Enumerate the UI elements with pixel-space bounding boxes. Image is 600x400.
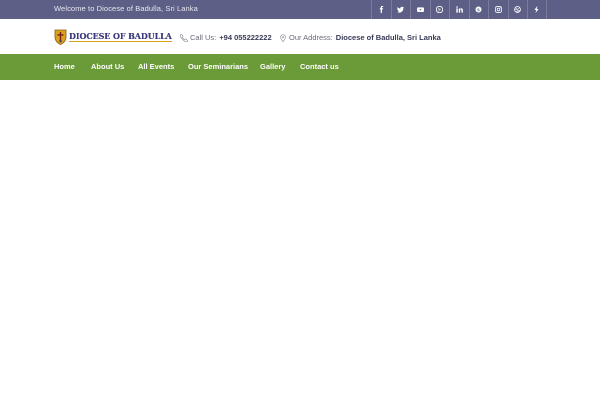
address-value: Diocese of Badulla, Sri Lanka <box>335 33 441 42</box>
phone-icon <box>180 33 188 42</box>
welcome-text: Welcome to Diocese of Badulla, Sri Lanka <box>54 4 198 13</box>
main-content <box>0 80 600 400</box>
youtube-icon[interactable] <box>410 0 430 19</box>
location-pin-icon <box>280 33 286 42</box>
social-links <box>371 0 547 19</box>
nav-item-gallery[interactable]: Gallery <box>260 62 285 71</box>
call-info: Call Us: +94 055222222 <box>180 33 272 42</box>
instagram-icon[interactable] <box>488 0 508 19</box>
skype-icon[interactable] <box>468 0 489 19</box>
nav-item-contact-us[interactable]: Contact us <box>300 62 339 71</box>
call-value[interactable]: +94 055222222 <box>219 33 271 42</box>
nav-item-all-events[interactable]: All Events <box>138 62 174 71</box>
facebook-icon[interactable] <box>371 0 391 19</box>
logo-text: DIOCESE OF BADULLA <box>69 31 172 42</box>
flash-icon[interactable] <box>527 0 547 19</box>
nav-item-home[interactable]: Home <box>54 62 75 71</box>
main-nav: Home About Us All Events Our Seminarians… <box>0 54 600 80</box>
address-label: Our Address: <box>289 33 333 42</box>
site-header: DIOCESE OF BADULLA Call Us: +94 05522222… <box>0 19 600 54</box>
twitter-icon[interactable] <box>390 0 411 19</box>
call-label: Call Us: <box>190 33 217 42</box>
diocese-crest-icon <box>54 29 67 45</box>
address-info: Our Address: Diocese of Badulla, Sri Lan… <box>279 33 441 42</box>
pinterest-icon[interactable] <box>429 0 450 19</box>
nav-item-our-seminarians[interactable]: Our Seminarians <box>188 62 248 71</box>
nav-item-about-us[interactable]: About Us <box>91 62 124 71</box>
linkedin-icon[interactable] <box>449 0 469 19</box>
dribbble-icon[interactable] <box>507 0 528 19</box>
top-bar: Welcome to Diocese of Badulla, Sri Lanka <box>0 0 600 19</box>
site-logo[interactable]: DIOCESE OF BADULLA <box>54 28 172 45</box>
